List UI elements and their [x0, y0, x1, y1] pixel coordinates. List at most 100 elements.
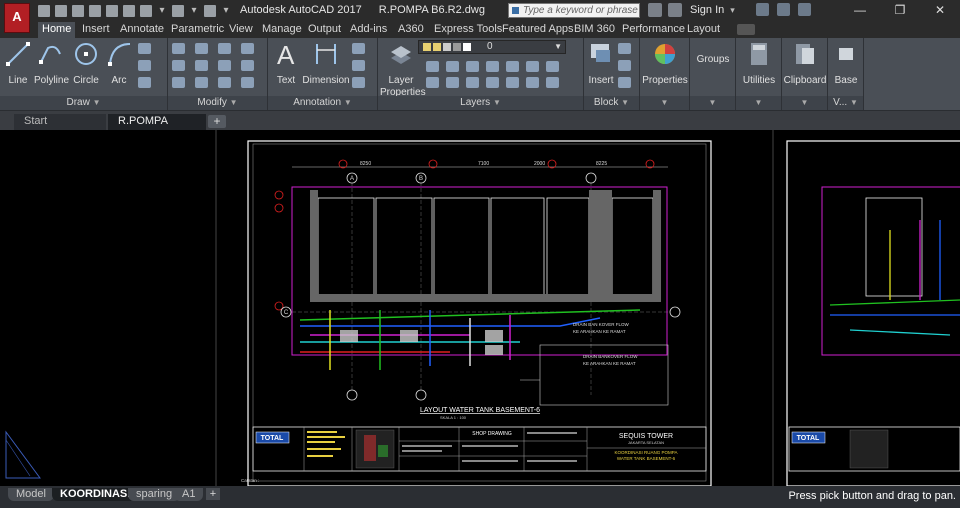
tab-parametric[interactable]: Parametric	[167, 22, 228, 38]
plot-icon[interactable]	[123, 5, 135, 17]
layout-tab-sparing[interactable]: sparing	[128, 488, 181, 501]
utilities-button[interactable]: Utilities	[738, 40, 780, 87]
layer-tool-icon[interactable]	[526, 77, 539, 88]
explode-icon[interactable]	[241, 60, 254, 71]
block-panel-footer[interactable]: Block ▼	[584, 96, 639, 110]
view-panel-footer[interactable]: V... ▼	[828, 96, 863, 110]
tab-bim-360[interactable]: BIM 360	[570, 22, 619, 38]
offset-icon[interactable]	[241, 77, 254, 88]
circle-button[interactable]: Circle	[72, 40, 100, 87]
tab-output[interactable]: Output	[304, 22, 345, 38]
create-block-icon[interactable]	[618, 43, 631, 54]
tab-view[interactable]: View	[225, 22, 257, 38]
layer-dropdown[interactable]: 0 ▼	[418, 40, 566, 54]
tab-layout[interactable]: Layout	[683, 22, 724, 38]
properties-panel-footer[interactable]: ▼	[640, 96, 689, 110]
application-menu-button[interactable]: A	[4, 3, 30, 33]
new-tab-button[interactable]: +	[208, 115, 226, 128]
leader-icon[interactable]	[352, 43, 365, 54]
tab-performance[interactable]: Performance	[618, 22, 689, 38]
redo-icon[interactable]	[172, 5, 184, 17]
annotation-panel-footer[interactable]: Annotation ▼	[268, 96, 377, 110]
table-icon[interactable]	[352, 77, 365, 88]
layer-tool-icon[interactable]	[506, 77, 519, 88]
line-button[interactable]: Line	[4, 40, 32, 87]
stretch-icon[interactable]	[172, 77, 185, 88]
minimize-icon[interactable]: —	[840, 0, 880, 22]
layer-properties-button[interactable]: Layer Properties	[380, 40, 426, 99]
ribbon-minimize-icon[interactable]	[737, 24, 755, 35]
save-as-icon[interactable]	[89, 5, 101, 17]
sign-in-button[interactable]: Sign In	[690, 4, 724, 16]
trim-icon[interactable]	[218, 43, 231, 54]
utilities-panel-footer[interactable]: ▼	[736, 96, 781, 110]
layout-tab-model[interactable]: Model	[8, 488, 54, 501]
close-icon[interactable]: ✕	[920, 0, 960, 22]
rotate-icon[interactable]	[195, 43, 208, 54]
layer-tool-icon[interactable]	[486, 61, 499, 72]
layer-tool-icon[interactable]	[506, 61, 519, 72]
modify-panel-footer[interactable]: Modify ▼	[168, 96, 267, 110]
tab-current-drawing[interactable]: R.POMPA B6.R2*✕	[108, 114, 206, 142]
mirror-icon[interactable]	[195, 60, 208, 71]
layer-tool-icon[interactable]	[446, 77, 459, 88]
draw-panel-footer[interactable]: Draw ▼	[0, 96, 167, 110]
clipboard-panel-footer[interactable]: ▼	[782, 96, 827, 110]
hatch-icon[interactable]	[138, 60, 151, 71]
open-icon[interactable]	[55, 5, 67, 17]
layer-tool-icon[interactable]	[446, 61, 459, 72]
tab-manage[interactable]: Manage	[258, 22, 306, 38]
a360-icon[interactable]	[777, 3, 790, 16]
scale-icon[interactable]	[195, 77, 208, 88]
restore-icon[interactable]: ❐	[880, 0, 920, 22]
fillet-icon[interactable]	[218, 60, 231, 71]
polyline-button[interactable]: Polyline	[34, 40, 69, 87]
tab-express-tools[interactable]: Express Tools	[430, 22, 506, 38]
tab-a360[interactable]: A360	[394, 22, 428, 38]
help-icon[interactable]	[798, 3, 811, 16]
dimension-button[interactable]: Dimension	[302, 40, 350, 87]
new-layout-button[interactable]: +	[206, 488, 220, 500]
new-icon[interactable]	[38, 5, 50, 17]
share-icon[interactable]	[204, 5, 216, 17]
exchange-icon[interactable]	[756, 3, 769, 16]
sign-in-dropdown-icon[interactable]: ▾	[730, 5, 735, 16]
undo-icon[interactable]	[140, 5, 152, 17]
clipboard-button[interactable]: Clipboard	[782, 40, 828, 87]
dim-style-icon[interactable]	[352, 60, 365, 71]
properties-button[interactable]: Properties	[642, 40, 688, 87]
layers-panel-footer[interactable]: Layers ▼	[378, 96, 583, 110]
layout-tab-koordinasi[interactable]: KOORDINASI	[52, 488, 139, 501]
layout-tab-a1[interactable]: A1	[174, 488, 204, 501]
text-button[interactable]: A Text	[272, 40, 300, 87]
groups-button[interactable]: Groups	[692, 54, 734, 66]
base-button[interactable]: Base	[830, 40, 862, 87]
redo-dropdown-icon[interactable]: ▾	[189, 5, 199, 17]
tab-annotate[interactable]: Annotate	[116, 22, 168, 38]
edit-block-icon[interactable]	[618, 60, 631, 71]
layer-tool-icon[interactable]	[426, 77, 439, 88]
tab-home[interactable]: Home	[38, 22, 76, 38]
layer-tool-icon[interactable]	[466, 77, 479, 88]
drawing-canvas[interactable]: 8250 7100 2000 8225 A B C DRAIN BAN KOVE…	[0, 130, 960, 486]
customize-qat-icon[interactable]: ▾	[221, 5, 231, 17]
array-icon[interactable]	[218, 77, 231, 88]
erase-icon[interactable]	[241, 43, 254, 54]
groups-panel-footer[interactable]: ▼	[690, 96, 735, 110]
insert-button[interactable]: Insert	[586, 40, 616, 87]
attribute-icon[interactable]	[618, 77, 631, 88]
tab-add-ins[interactable]: Add-ins	[346, 22, 391, 38]
ellipse-icon[interactable]	[138, 77, 151, 88]
search-input[interactable]: Type a keyword or phrase	[508, 3, 640, 18]
tab-start[interactable]: Start	[14, 114, 106, 130]
copy-icon[interactable]	[172, 60, 185, 71]
cloud-icon[interactable]	[106, 5, 118, 17]
rectangle-icon[interactable]	[138, 43, 151, 54]
undo-dropdown-icon[interactable]: ▾	[157, 5, 167, 17]
arc-button[interactable]: Arc	[106, 40, 132, 87]
layer-tool-icon[interactable]	[526, 61, 539, 72]
save-icon[interactable]	[72, 5, 84, 17]
layer-tool-icon[interactable]	[546, 61, 559, 72]
move-icon[interactable]	[172, 43, 185, 54]
tab-insert[interactable]: Insert	[78, 22, 114, 38]
